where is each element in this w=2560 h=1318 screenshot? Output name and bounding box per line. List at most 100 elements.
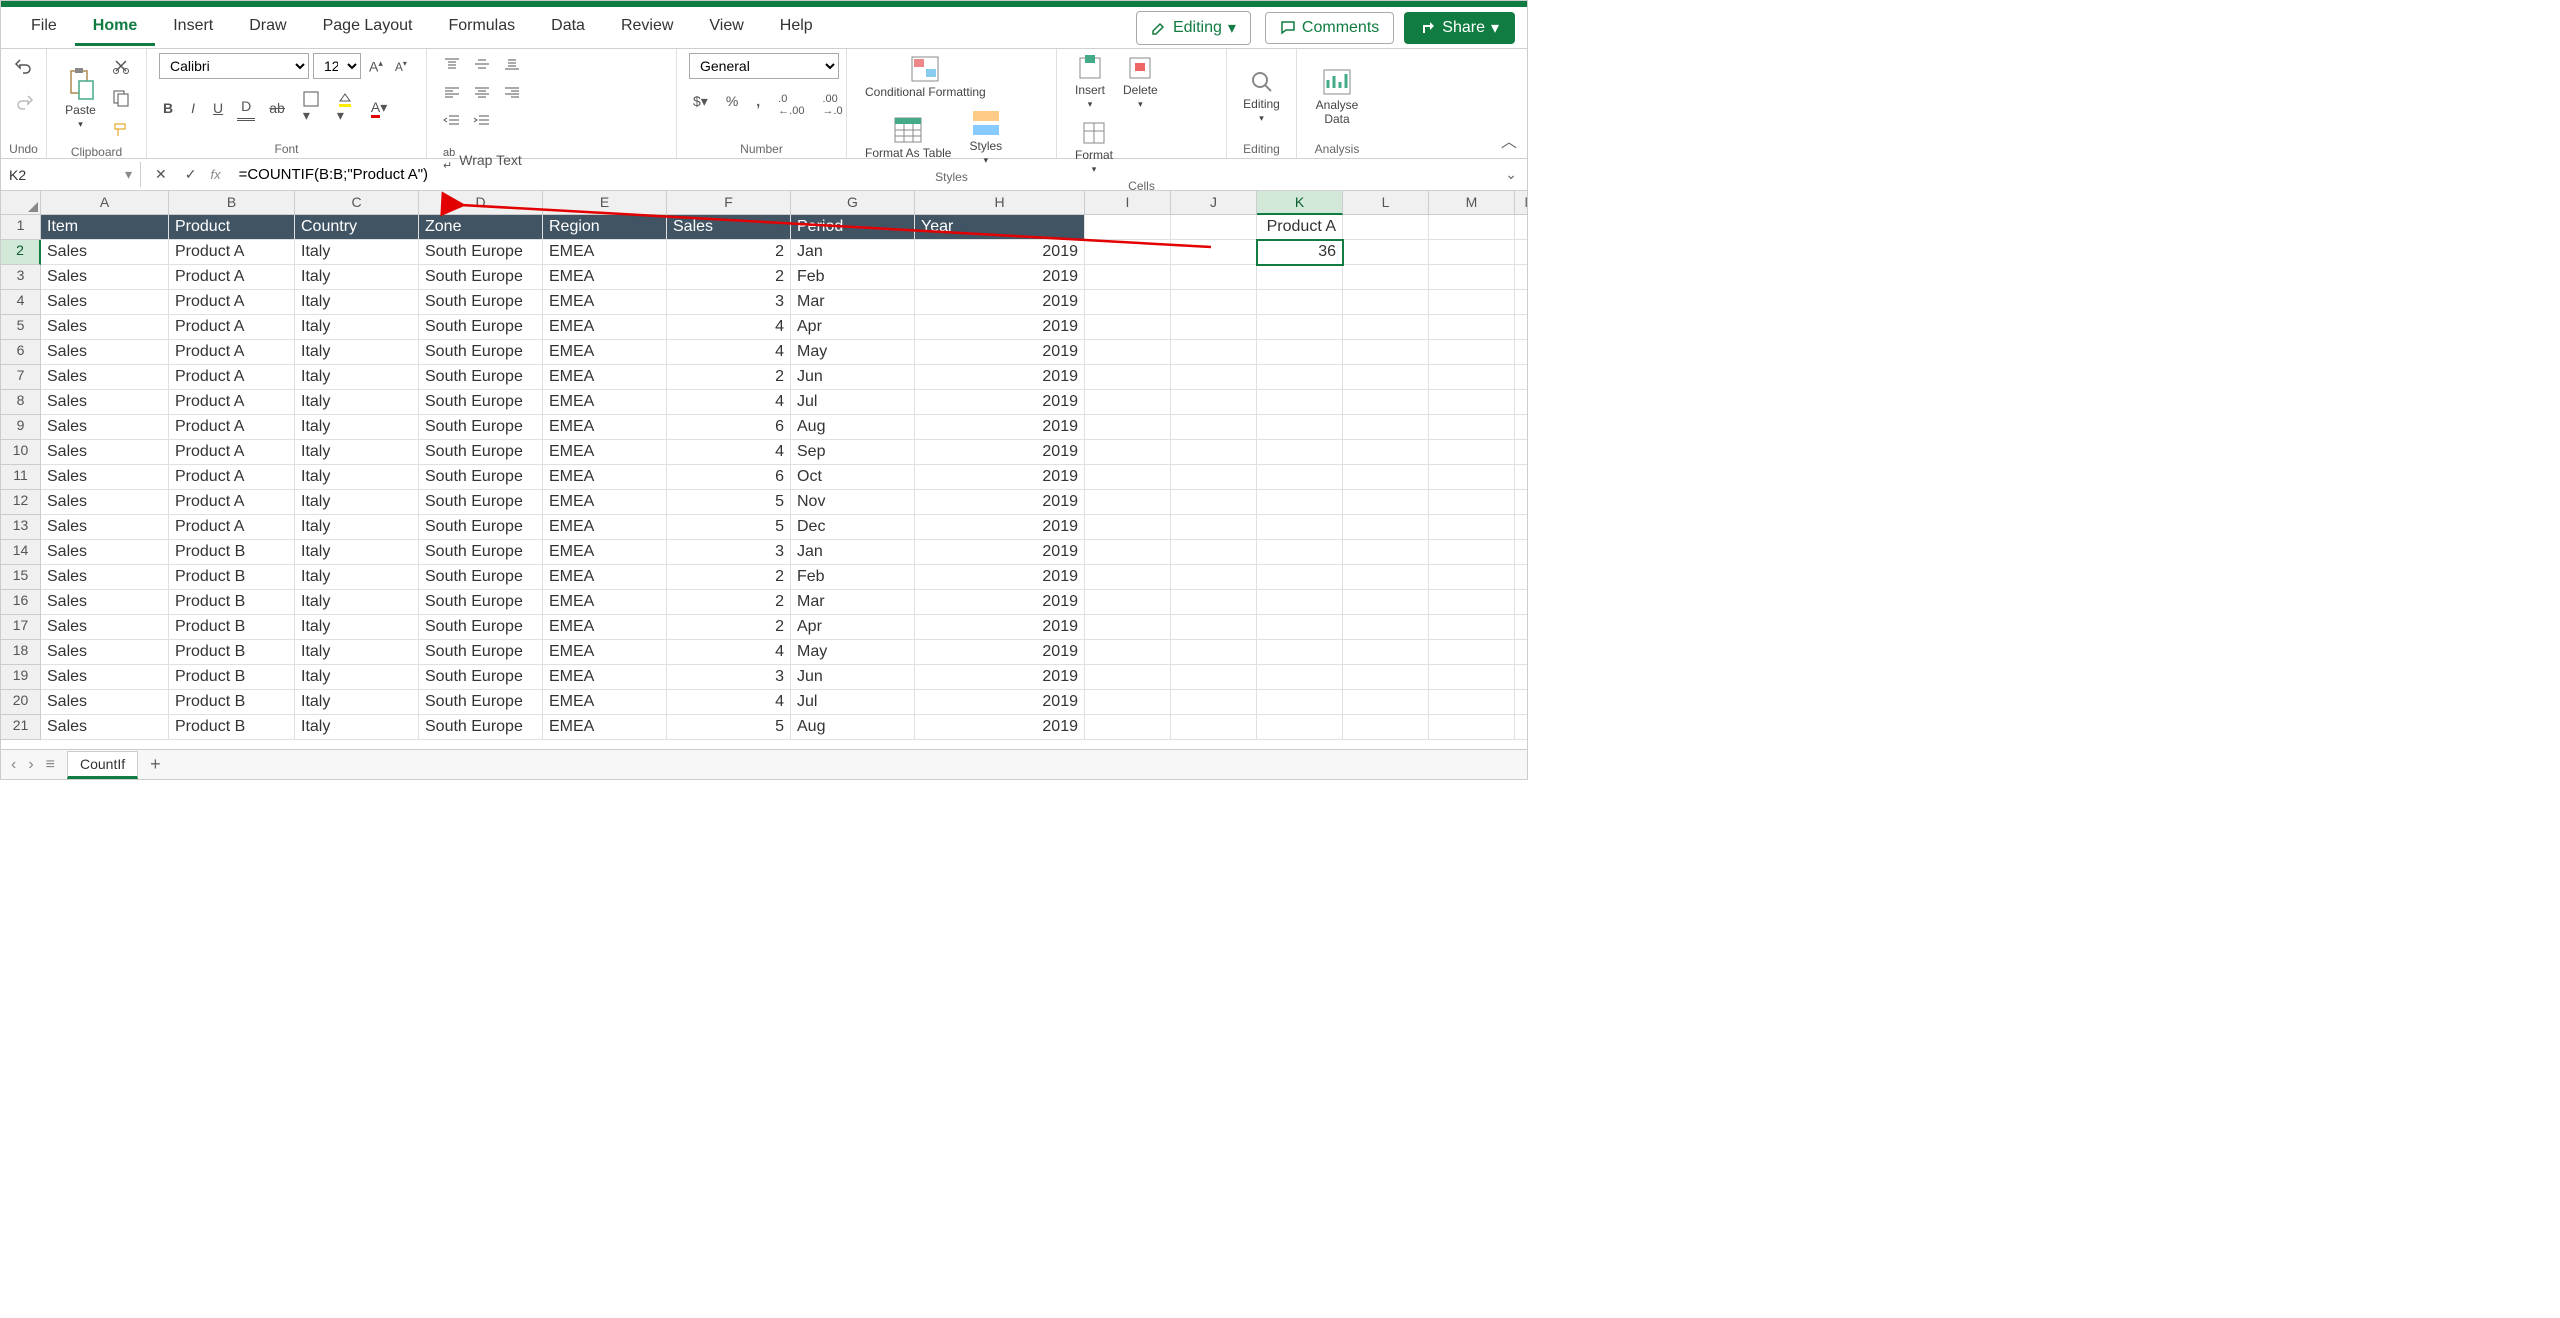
ribbon-collapse-button[interactable]: ︿ xyxy=(1501,128,1517,152)
cell[interactable]: Italy xyxy=(295,715,419,740)
sheet-all-button[interactable]: ≡ xyxy=(46,756,55,774)
cell[interactable] xyxy=(1085,365,1171,390)
cell[interactable]: EMEA xyxy=(543,290,667,315)
cell[interactable] xyxy=(1085,715,1171,740)
cell[interactable] xyxy=(1515,265,1527,290)
menu-tab-file[interactable]: File xyxy=(13,9,75,46)
cell[interactable]: Italy xyxy=(295,690,419,715)
cell[interactable] xyxy=(1429,690,1515,715)
row-header-14[interactable]: 14 xyxy=(1,540,41,565)
cell[interactable]: 2019 xyxy=(915,365,1085,390)
col-header-N[interactable]: N xyxy=(1515,191,1527,215)
cell[interactable] xyxy=(1343,415,1429,440)
cell[interactable] xyxy=(1257,540,1343,565)
cell[interactable]: South Europe xyxy=(419,240,543,265)
cell[interactable]: South Europe xyxy=(419,265,543,290)
cell[interactable]: 4 xyxy=(667,640,791,665)
cell[interactable]: 2019 xyxy=(915,715,1085,740)
cell[interactable]: Year xyxy=(915,215,1085,240)
cell[interactable]: South Europe xyxy=(419,340,543,365)
cell[interactable] xyxy=(1429,715,1515,740)
border-button[interactable]: ▾ xyxy=(299,87,323,128)
cell[interactable]: EMEA xyxy=(543,540,667,565)
cell[interactable]: South Europe xyxy=(419,365,543,390)
cell[interactable] xyxy=(1257,440,1343,465)
cell[interactable]: 2019 xyxy=(915,340,1085,365)
cell[interactable]: Italy xyxy=(295,390,419,415)
cell[interactable]: Jul xyxy=(791,390,915,415)
col-header-L[interactable]: L xyxy=(1343,191,1429,215)
editing-group-button[interactable]: Editing▾ xyxy=(1237,67,1286,126)
col-header-F[interactable]: F xyxy=(667,191,791,215)
cell[interactable]: South Europe xyxy=(419,690,543,715)
cell[interactable]: 2019 xyxy=(915,315,1085,340)
cell[interactable]: EMEA xyxy=(543,340,667,365)
cell[interactable] xyxy=(1171,265,1257,290)
number-format-select[interactable]: General xyxy=(689,53,839,79)
cell[interactable] xyxy=(1257,315,1343,340)
cell[interactable]: Oct xyxy=(791,465,915,490)
cell[interactable]: 2 xyxy=(667,265,791,290)
cell[interactable] xyxy=(1343,365,1429,390)
cell[interactable]: Feb xyxy=(791,265,915,290)
cell[interactable]: 2019 xyxy=(915,240,1085,265)
cell[interactable]: Product A xyxy=(169,315,295,340)
cell[interactable]: Sales xyxy=(41,540,169,565)
cell[interactable] xyxy=(1085,690,1171,715)
sheet-prev-button[interactable]: ‹ xyxy=(11,756,16,774)
cell[interactable] xyxy=(1343,440,1429,465)
cell[interactable]: EMEA xyxy=(543,615,667,640)
cell[interactable] xyxy=(1085,515,1171,540)
increase-indent-button[interactable] xyxy=(469,109,495,131)
cut-button[interactable] xyxy=(108,53,134,79)
col-header-E[interactable]: E xyxy=(543,191,667,215)
cell[interactable]: Italy xyxy=(295,465,419,490)
cell[interactable]: EMEA xyxy=(543,690,667,715)
cell[interactable] xyxy=(1171,515,1257,540)
cell[interactable] xyxy=(1343,515,1429,540)
cell[interactable]: Jun xyxy=(791,365,915,390)
cell[interactable]: EMEA xyxy=(543,415,667,440)
cell[interactable]: Italy xyxy=(295,665,419,690)
cell[interactable]: Zone xyxy=(419,215,543,240)
cell[interactable] xyxy=(1085,340,1171,365)
cell[interactable] xyxy=(1085,490,1171,515)
cell[interactable] xyxy=(1171,315,1257,340)
cell[interactable]: Product B xyxy=(169,565,295,590)
cell[interactable]: Sales xyxy=(41,515,169,540)
cell[interactable]: 3 xyxy=(667,290,791,315)
mode-editing-button[interactable]: Editing ▾ xyxy=(1136,11,1251,45)
cell[interactable]: South Europe xyxy=(419,565,543,590)
cell[interactable]: Product A xyxy=(169,390,295,415)
row-header-13[interactable]: 13 xyxy=(1,515,41,540)
cell[interactable] xyxy=(1429,240,1515,265)
cell[interactable] xyxy=(1085,390,1171,415)
strikethrough-button[interactable]: ab xyxy=(265,96,289,120)
menu-tab-page-layout[interactable]: Page Layout xyxy=(305,9,431,46)
cell[interactable] xyxy=(1171,715,1257,740)
cell[interactable]: Italy xyxy=(295,365,419,390)
cell[interactable] xyxy=(1171,465,1257,490)
cell[interactable] xyxy=(1171,415,1257,440)
cell[interactable]: 4 xyxy=(667,315,791,340)
row-header-2[interactable]: 2 xyxy=(1,240,41,265)
menu-tab-insert[interactable]: Insert xyxy=(155,9,231,46)
cell[interactable] xyxy=(1343,565,1429,590)
italic-button[interactable]: I xyxy=(187,96,199,120)
cell[interactable]: Italy xyxy=(295,490,419,515)
currency-button[interactable]: $▾ xyxy=(689,89,712,121)
col-header-K[interactable]: K xyxy=(1257,191,1343,215)
cell[interactable]: 2019 xyxy=(915,640,1085,665)
cell[interactable]: Country xyxy=(295,215,419,240)
cell[interactable]: South Europe xyxy=(419,415,543,440)
cell[interactable] xyxy=(1085,415,1171,440)
cell[interactable] xyxy=(1429,365,1515,390)
cell[interactable] xyxy=(1515,215,1527,240)
cell[interactable] xyxy=(1343,540,1429,565)
increase-decimal-button[interactable]: .0←.00 xyxy=(774,89,808,121)
cell[interactable]: South Europe xyxy=(419,465,543,490)
insert-cells-button[interactable]: Insert▾ xyxy=(1069,53,1111,112)
cell[interactable]: Dec xyxy=(791,515,915,540)
cell[interactable] xyxy=(1171,690,1257,715)
cell[interactable]: Sales xyxy=(41,390,169,415)
